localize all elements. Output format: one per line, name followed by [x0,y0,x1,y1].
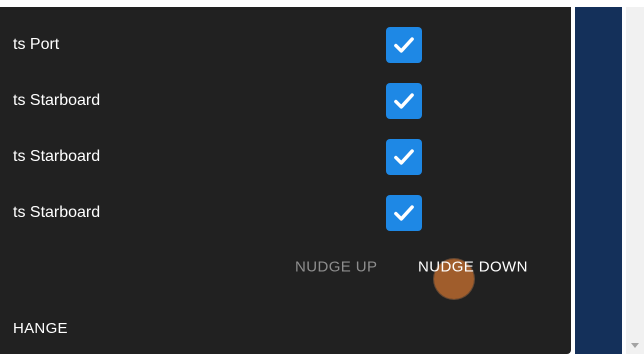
setting-row: ts Starboard [0,185,571,241]
setting-row: ts Starboard [0,73,571,129]
screen: ts Port ts Starboard ts Starboard ts Sta… [0,0,644,354]
setting-row: ts Starboard [0,129,571,185]
setting-checkbox[interactable] [386,27,422,63]
nudge-up-button[interactable]: NUDGE UP [295,259,377,276]
nudge-down-button[interactable]: NUDGE DOWN [418,259,528,276]
setting-row-label: ts Starboard [13,148,101,165]
setting-checkbox[interactable] [386,195,422,231]
check-icon [394,149,414,165]
setting-checkbox[interactable] [386,83,422,119]
setting-row-label: ts Port [13,36,60,53]
scroll-down-arrow-icon[interactable] [631,343,639,348]
check-icon [394,93,414,109]
setting-row-label: ts Starboard [13,204,101,221]
scrollbar[interactable] [626,7,644,354]
check-icon [394,205,414,221]
setting-row: ts Port [0,17,571,73]
settings-dialog: ts Port ts Starboard ts Starboard ts Sta… [0,7,571,354]
setting-checkbox[interactable] [386,139,422,175]
check-icon [394,37,414,53]
setting-row-label: ts Starboard [13,92,101,109]
side-panel [575,7,622,354]
change-button-label[interactable]: HANGE [13,320,68,337]
dialog-actions: NUDGE UP NUDGE DOWN [0,245,571,299]
